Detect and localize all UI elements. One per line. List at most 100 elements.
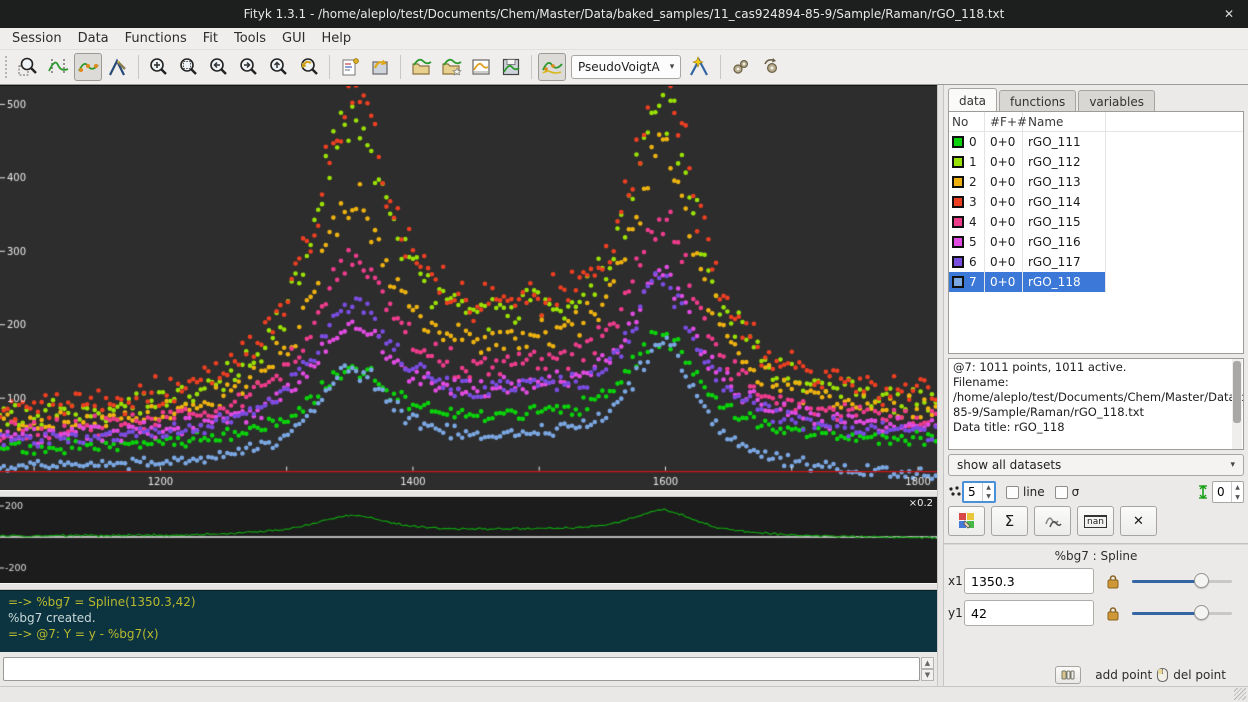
- sum-button[interactable]: Σ: [991, 506, 1028, 536]
- aux-plot-canvas[interactable]: [0, 497, 937, 583]
- main-plot-canvas[interactable]: [0, 86, 937, 490]
- history-down-icon[interactable]: ▼: [921, 669, 934, 681]
- color-swatch[interactable]: [952, 276, 964, 288]
- table-row[interactable]: 10+0rGO_112: [949, 152, 1243, 172]
- zoom-previous-button[interactable]: [295, 53, 323, 81]
- mode-background-button[interactable]: [74, 53, 102, 81]
- mode-zoom-button[interactable]: [14, 53, 42, 81]
- toolbar-grip[interactable]: [5, 56, 10, 78]
- menu-item-fit[interactable]: Fit: [195, 30, 226, 47]
- info-scrollbar-thumb[interactable]: [1233, 361, 1241, 423]
- y-shift-input[interactable]: [1213, 484, 1231, 500]
- spin-down-icon[interactable]: ▼: [1232, 492, 1243, 502]
- x1-lock-button[interactable]: [1102, 570, 1124, 592]
- load-data-button[interactable]: [407, 53, 435, 81]
- open-folder-icon: [410, 56, 432, 78]
- color-swatch[interactable]: [952, 236, 964, 248]
- zoom-vertical-icon: [268, 56, 290, 78]
- panel-splitter[interactable]: [937, 85, 944, 686]
- sidebar: datafunctionsvariables No #F+# Name 00+0…: [944, 85, 1248, 686]
- menu-item-functions[interactable]: Functions: [117, 30, 195, 47]
- zoom-vertical-button[interactable]: [265, 53, 293, 81]
- peak-type-select[interactable]: PseudoVoigtA ▾: [571, 55, 681, 79]
- nan-button[interactable]: nan: [1077, 506, 1114, 536]
- y1-lock-button[interactable]: [1102, 602, 1124, 624]
- console-line: =-> @7: Y = y - %bg7(x): [8, 626, 929, 642]
- spin-up-icon[interactable]: ▲: [983, 483, 994, 492]
- dataset-name: rGO_113: [1023, 172, 1106, 192]
- reset-session-button[interactable]: [366, 53, 394, 81]
- menu-item-help[interactable]: Help: [313, 30, 359, 47]
- export-image-button[interactable]: [467, 53, 495, 81]
- zoom-in-button[interactable]: [145, 53, 173, 81]
- x1-slider[interactable]: [1132, 573, 1232, 589]
- menu-item-session[interactable]: Session: [4, 30, 70, 47]
- tab-variables[interactable]: variables: [1078, 90, 1155, 112]
- menu-item-data[interactable]: Data: [70, 30, 117, 47]
- table-row[interactable]: 60+0rGO_117: [949, 252, 1243, 272]
- settings-button[interactable]: [727, 53, 755, 81]
- zoom-right-button[interactable]: [235, 53, 263, 81]
- show-log-button[interactable]: [336, 53, 364, 81]
- x1-input[interactable]: [964, 568, 1094, 594]
- resize-grip[interactable]: [1234, 688, 1246, 700]
- execute-script-button[interactable]: [757, 53, 785, 81]
- table-row[interactable]: 30+0rGO_114: [949, 192, 1243, 212]
- line-checkbox[interactable]: [1006, 486, 1019, 499]
- color-swatch[interactable]: [952, 196, 964, 208]
- point-size-input[interactable]: [964, 484, 982, 500]
- table-row[interactable]: 70+0rGO_118: [949, 272, 1243, 292]
- x1-slider-handle[interactable]: [1194, 573, 1209, 588]
- mouse-config-button[interactable]: [1055, 666, 1081, 684]
- color-swatch[interactable]: [952, 216, 964, 228]
- title-bar[interactable]: Fityk 1.3.1 - /home/aleplo/test/Document…: [0, 0, 1248, 28]
- command-input[interactable]: [3, 657, 920, 681]
- color-swatch[interactable]: [952, 156, 964, 168]
- tab-data[interactable]: data: [948, 88, 997, 112]
- history-up-icon[interactable]: ▲: [921, 657, 934, 669]
- copy-functions-button[interactable]: [1034, 506, 1071, 536]
- dataset-table-header: No #F+# Name: [949, 112, 1243, 132]
- zoom-all-button[interactable]: [175, 53, 203, 81]
- show-all-datasets-dropdown[interactable]: show all datasets ▾: [948, 454, 1244, 476]
- console-sash[interactable]: [0, 583, 937, 590]
- table-row[interactable]: 50+0rGO_116: [949, 232, 1243, 252]
- info-scrollbar[interactable]: [1232, 359, 1242, 449]
- command-input-row: ▲ ▼: [0, 652, 937, 686]
- strip-background-button[interactable]: [538, 53, 566, 81]
- add-peak-button[interactable]: [686, 53, 714, 81]
- menu-item-gui[interactable]: GUI: [274, 30, 313, 47]
- zoom-left-button[interactable]: [205, 53, 233, 81]
- color-swatch[interactable]: [952, 256, 964, 268]
- menu-item-tools[interactable]: Tools: [226, 30, 274, 47]
- plot-sash[interactable]: [0, 490, 937, 497]
- color-grid-button[interactable]: [948, 506, 985, 536]
- color-swatch[interactable]: [952, 136, 964, 148]
- mode-data-range-button[interactable]: [44, 53, 72, 81]
- sum-label: Σ: [1005, 512, 1014, 530]
- save-session-button[interactable]: [497, 53, 525, 81]
- y-shift-spinner[interactable]: ▲▼: [1212, 481, 1244, 503]
- load-data-custom-button[interactable]: [437, 53, 465, 81]
- delete-points-button[interactable]: ✕: [1120, 506, 1157, 536]
- close-button[interactable]: ✕: [1218, 0, 1240, 28]
- spinner-arrows[interactable]: ▲▼: [982, 483, 994, 501]
- spin-up-icon[interactable]: ▲: [1232, 482, 1243, 492]
- sigma-checkbox[interactable]: [1055, 486, 1068, 499]
- save-icon: [500, 56, 522, 78]
- spinner-arrows[interactable]: ▲▼: [1231, 482, 1243, 502]
- tab-functions[interactable]: functions: [999, 90, 1076, 112]
- mode-peak-draw-button[interactable]: [104, 53, 132, 81]
- y1-slider-handle[interactable]: [1194, 605, 1209, 620]
- y1-input[interactable]: [964, 600, 1094, 626]
- color-swatch[interactable]: [952, 176, 964, 188]
- dataset-fcount: 0+0: [985, 152, 1023, 172]
- table-row[interactable]: 00+0rGO_111: [949, 132, 1243, 152]
- close-x-label: ✕: [1133, 514, 1144, 529]
- spin-down-icon[interactable]: ▼: [983, 492, 994, 501]
- table-row[interactable]: 40+0rGO_115: [949, 212, 1243, 232]
- y1-slider[interactable]: [1132, 605, 1232, 621]
- point-size-spinner[interactable]: ▲▼: [962, 481, 996, 503]
- table-row[interactable]: 20+0rGO_113: [949, 172, 1243, 192]
- add-peak-icon: [688, 55, 712, 79]
